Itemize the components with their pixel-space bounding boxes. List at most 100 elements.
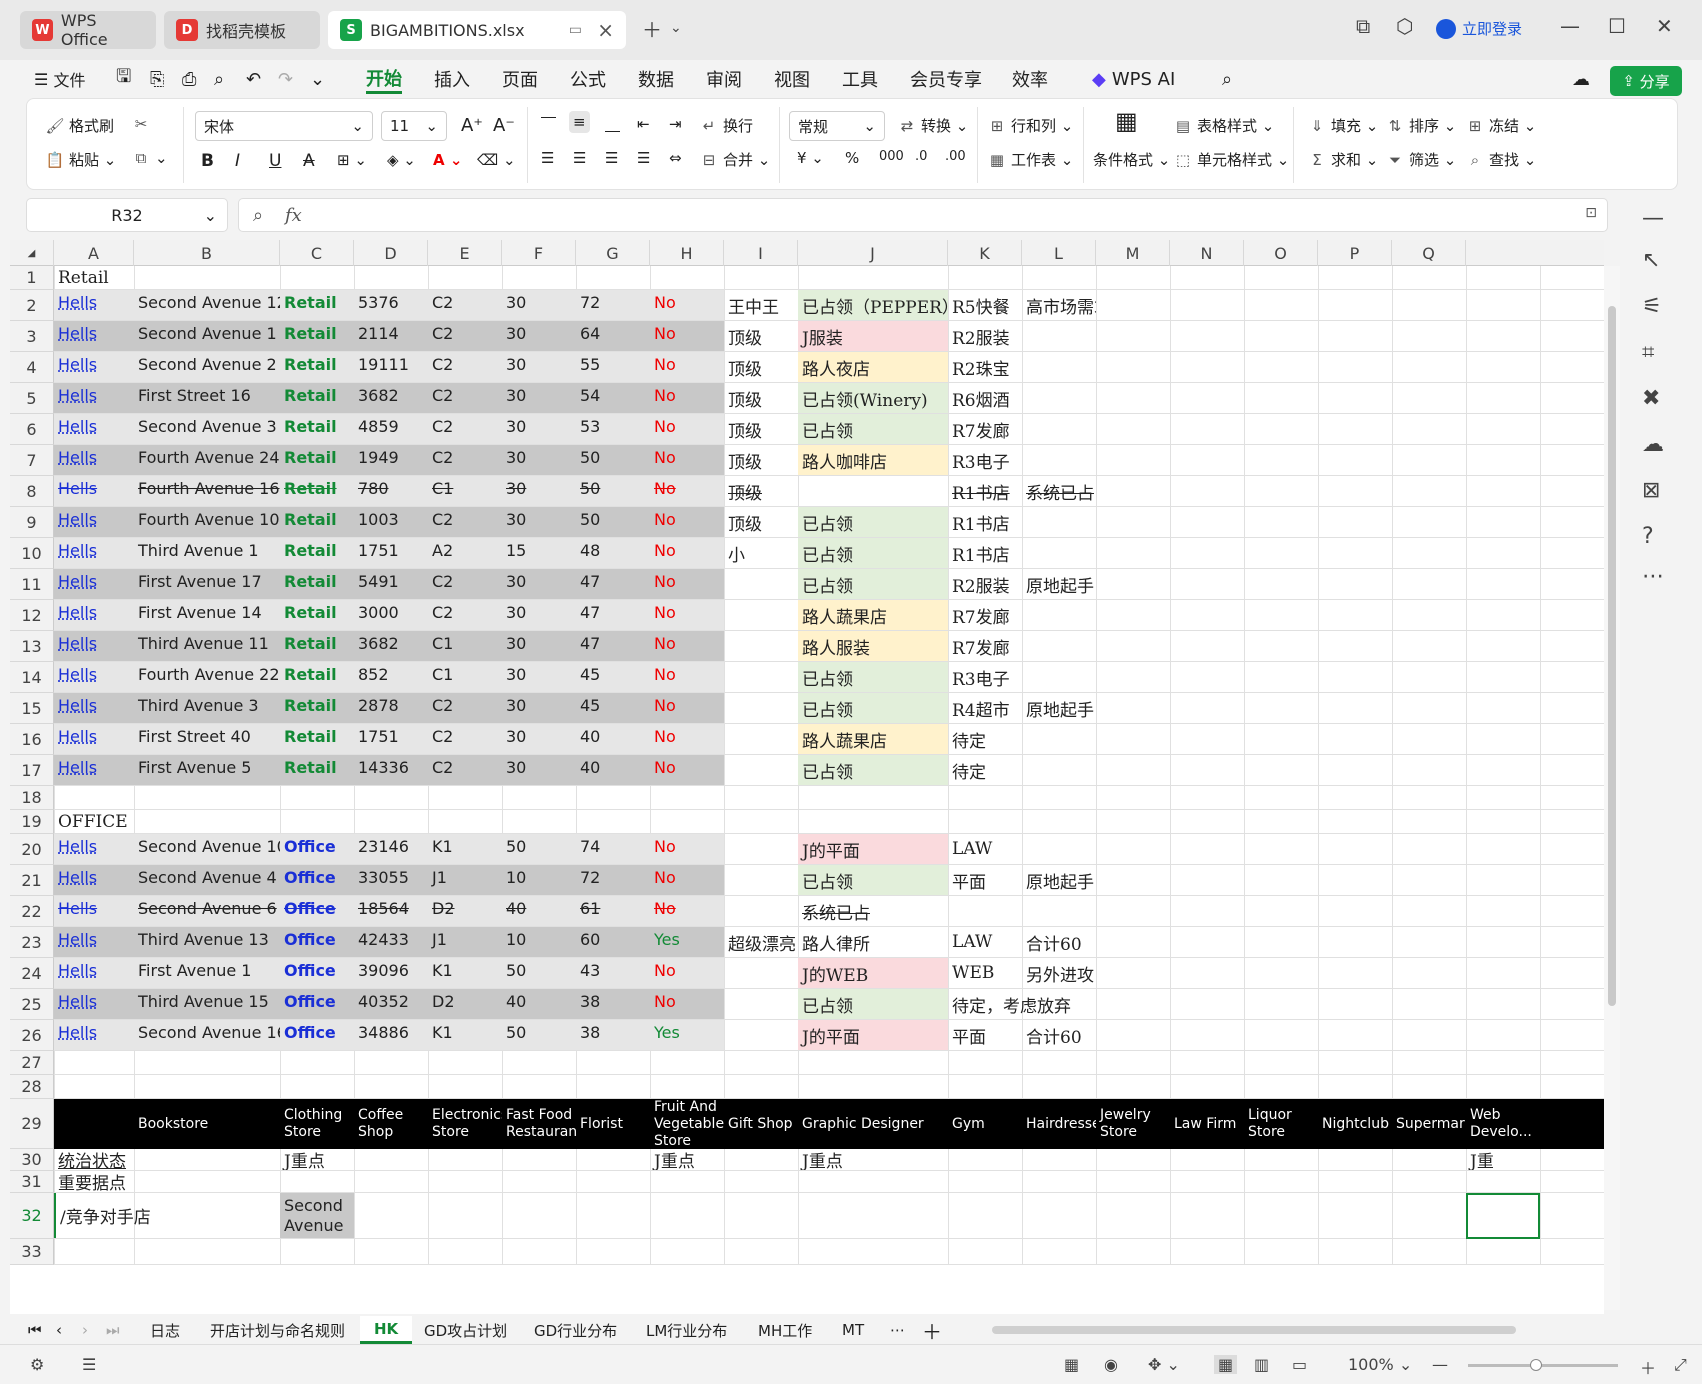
indent-increase-icon[interactable]: ⇥ (669, 115, 682, 133)
cell-note[interactable] (1022, 414, 1096, 444)
cell-value[interactable]: 1949 (354, 445, 428, 475)
cell-grade[interactable]: J1 (428, 927, 502, 957)
tab-wps-office[interactable]: W WPS Office (20, 11, 156, 49)
cell-type[interactable]: Retail (280, 414, 354, 444)
cell-a30[interactable]: 统治状态 (54, 1149, 134, 1172)
column-header-h[interactable]: H (650, 240, 724, 266)
underline-icon[interactable]: U (269, 151, 281, 171)
cell-value[interactable]: 5491 (354, 569, 428, 599)
scroll-thumb[interactable] (1608, 306, 1616, 1006)
cell-value[interactable]: 42433 (354, 927, 428, 957)
menu-formula[interactable]: 公式 (570, 64, 606, 94)
cell-category[interactable]: R1书店 (948, 538, 1022, 568)
cell-value[interactable]: 5376 (354, 290, 428, 320)
fill-color-icon[interactable]: ◈ ⌄ (387, 151, 416, 169)
cell-g[interactable]: 50 (576, 507, 650, 537)
cell-value[interactable]: 2878 (354, 693, 428, 723)
login-link[interactable]: 立即登录 (1436, 18, 1522, 39)
cell-location[interactable]: Hells (54, 1020, 134, 1050)
minimize-icon[interactable]: — (1560, 14, 1580, 38)
menu-wps-ai[interactable]: ◆ WPS AI (1092, 64, 1175, 94)
cell-grade[interactable]: C2 (428, 290, 502, 320)
cell-note[interactable] (1022, 445, 1096, 475)
cell-g[interactable]: 72 (576, 865, 650, 895)
window-list-icon[interactable]: ⧉ (1356, 14, 1370, 38)
cond-format-icon[interactable]: ▦ (1115, 107, 1138, 135)
fill-button[interactable]: ⇓ 填充 ⌄ (1307, 115, 1379, 136)
cell-grade[interactable]: C2 (428, 755, 502, 785)
cell-status[interactable]: No (650, 569, 724, 599)
row-header-22[interactable]: 22 (10, 896, 54, 927)
font-color-icon[interactable]: A ⌄ (433, 151, 462, 169)
cell-location[interactable]: Hells (54, 927, 134, 957)
select-cursor-icon[interactable]: ↖ (1642, 248, 1660, 273)
close-window-icon[interactable]: ✕ (1656, 14, 1673, 38)
sheet-tab-hk[interactable]: HK (360, 1316, 413, 1344)
cell-f[interactable]: 40 (502, 989, 576, 1019)
cell-type[interactable]: Retail (280, 693, 354, 723)
cell-location[interactable]: Hells (54, 693, 134, 723)
share-button[interactable]: ⇪ 分享 (1610, 66, 1682, 96)
page-view-icon[interactable]: ▥ (1254, 1355, 1269, 1374)
cell-tier[interactable]: 超级漂亮 (724, 927, 798, 957)
cell-occupant[interactable]: J的WEB (798, 958, 948, 988)
cell-location[interactable]: Hells (54, 631, 134, 661)
cell-location[interactable]: Hells (54, 569, 134, 599)
cell-note[interactable] (1022, 896, 1096, 926)
help-icon[interactable]: ? (1642, 524, 1654, 549)
cell-grade[interactable]: J1 (428, 865, 502, 895)
row-header-33[interactable]: 33 (10, 1239, 54, 1265)
menu-file[interactable]: ☰ 文件 (34, 64, 85, 94)
cell-type[interactable]: Retail (280, 631, 354, 661)
cell-category[interactable]: 待定 (948, 755, 1022, 785)
cell-type[interactable]: Office (280, 896, 354, 926)
cell-category[interactable]: R4超市 (948, 693, 1022, 723)
cell-status[interactable]: No (650, 538, 724, 568)
cell-value[interactable]: 23146 (354, 834, 428, 864)
cell-g[interactable]: 43 (576, 958, 650, 988)
column-header-d[interactable]: D (354, 240, 428, 266)
cell-type[interactable]: Retail (280, 600, 354, 630)
row-col-button[interactable]: ⊞ 行和列 ⌄ (987, 115, 1074, 136)
cell-note[interactable] (1022, 631, 1096, 661)
crop-icon[interactable]: ⌗ (1642, 340, 1654, 365)
cell-tier[interactable]: 小 (724, 538, 798, 568)
menu-data[interactable]: 数据 (638, 64, 674, 94)
cell-category[interactable] (948, 896, 1022, 926)
cell-status[interactable]: No (650, 321, 724, 351)
thousands-icon[interactable]: 000 (879, 149, 904, 164)
cell-g[interactable]: 61 (576, 896, 650, 926)
search-icon[interactable]: ⌕ (1222, 64, 1232, 94)
cell-g[interactable]: 60 (576, 927, 650, 957)
filter-button[interactable]: ⏷ 筛选 ⌄ (1385, 149, 1456, 170)
menu-home[interactable]: 开始 (366, 64, 402, 94)
cell-tier[interactable] (724, 755, 798, 785)
align-top-icon[interactable]: ⎺ (541, 115, 556, 133)
cell-value[interactable]: 19111 (354, 352, 428, 382)
sheet-tab-mt[interactable]: MT (842, 1316, 864, 1344)
cell-occupant[interactable]: 路人咖啡店 (798, 445, 948, 475)
row-header-4[interactable]: 4 (10, 352, 54, 383)
cell-f[interactable]: 10 (502, 927, 576, 957)
cell-occupant[interactable]: 路人蔬果店 (798, 724, 948, 754)
cell-status[interactable]: No (650, 476, 724, 506)
cell-note[interactable] (1022, 662, 1096, 692)
cell-category[interactable]: 待定，考虑放弃 (948, 989, 1071, 1019)
cell-address[interactable]: First Avenue 17 (134, 569, 280, 599)
cell-f[interactable]: 50 (502, 958, 576, 988)
cell-status[interactable]: No (650, 958, 724, 988)
cell-address[interactable]: Fourth Avenue 24 (134, 445, 280, 475)
strikethrough-icon[interactable]: A (303, 151, 315, 171)
cell-g[interactable]: 53 (576, 414, 650, 444)
cell-occupant[interactable]: 已占领 (798, 865, 948, 895)
prev-sheet-icon[interactable]: ‹ (56, 1316, 62, 1344)
cell-note[interactable] (1022, 600, 1096, 630)
cell-address[interactable]: Second Avenue 2 (134, 352, 280, 382)
zoom-slider[interactable] (1468, 1359, 1618, 1371)
cell-occupant[interactable]: 已占领（PEPPER） (798, 290, 948, 320)
cell-grade[interactable]: C2 (428, 414, 502, 444)
cell-grade[interactable]: C2 (428, 321, 502, 351)
cell-category[interactable]: R7发廊 (948, 631, 1022, 661)
cloud-upload-icon[interactable]: ☁ (1572, 64, 1590, 94)
cell-note[interactable] (1022, 834, 1096, 864)
